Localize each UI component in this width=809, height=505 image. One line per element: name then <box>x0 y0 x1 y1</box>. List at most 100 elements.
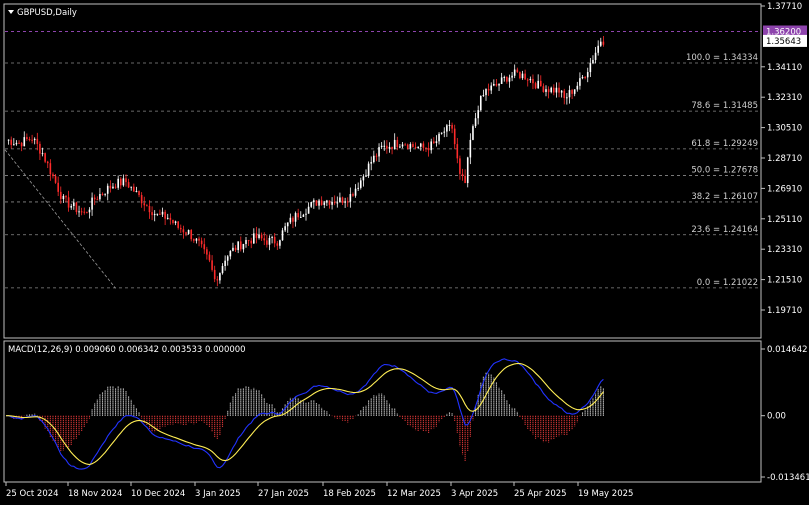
candle-body <box>226 256 229 261</box>
candle-body <box>498 84 500 86</box>
candle-body <box>433 141 435 144</box>
candle-body <box>573 89 576 94</box>
candle-body <box>503 76 506 78</box>
candle-body <box>553 87 555 93</box>
candle-body <box>474 118 477 127</box>
price-tick-label: 1.28710 <box>767 154 802 164</box>
candle-body <box>13 144 15 146</box>
candle-body <box>451 124 453 129</box>
candle-body <box>88 209 91 213</box>
candle-body <box>323 202 326 205</box>
candle-body <box>187 230 190 234</box>
fib-label: 23.6 = 1.24164 <box>691 225 758 235</box>
candle-body <box>273 236 276 244</box>
candle-body <box>555 87 558 93</box>
candle-body <box>391 146 393 149</box>
candle-body <box>313 200 315 203</box>
candle-body <box>185 232 187 234</box>
candle-body <box>70 206 73 208</box>
candle-body <box>247 240 250 242</box>
candle-body <box>339 197 341 203</box>
candle-body <box>336 202 339 204</box>
candle-body <box>271 236 273 238</box>
candle-body <box>430 141 433 151</box>
time-tick-label: 27 Jan 2025 <box>258 489 309 499</box>
candle-body <box>289 217 292 223</box>
candle-body <box>500 77 503 85</box>
candle-body <box>28 139 31 141</box>
candle-body <box>464 175 466 184</box>
candle-body <box>33 138 36 141</box>
candle-body <box>566 97 568 99</box>
candle-body <box>140 195 143 204</box>
time-tick-label: 25 Oct 2024 <box>6 489 59 499</box>
candle-body <box>20 142 23 147</box>
candle-body <box>534 83 537 89</box>
candle-body <box>41 153 44 155</box>
price-tick-label: 1.26910 <box>767 184 802 194</box>
candle-body <box>164 211 166 219</box>
candle-body <box>401 144 404 147</box>
candle-body <box>281 230 284 241</box>
candle-body <box>406 144 409 149</box>
candle-body <box>448 124 451 126</box>
macd-tick-label: 0.014642 <box>767 345 808 355</box>
candle-body <box>597 45 599 53</box>
candle-body <box>362 176 365 181</box>
candle-body <box>516 69 519 73</box>
candle-body <box>245 240 247 245</box>
candle-body <box>435 141 438 144</box>
candle-body <box>341 197 344 203</box>
candle-body <box>286 222 289 227</box>
candle-body <box>469 139 472 158</box>
time-tick-label: 12 Mar 2025 <box>387 489 441 499</box>
candle-body <box>472 126 474 140</box>
candle-body <box>594 52 597 60</box>
candle-body <box>166 217 169 219</box>
candle-body <box>112 186 114 189</box>
candle-body <box>412 144 414 147</box>
candle-body <box>302 214 305 217</box>
candle-body <box>221 266 224 274</box>
candle-body <box>44 153 46 162</box>
fib-label: 78.6 = 1.31485 <box>691 101 758 111</box>
candle-body <box>75 202 78 212</box>
time-tick-label: 18 Nov 2024 <box>68 489 122 499</box>
gbpusd-chart[interactable]: 100.0 = 1.34334 78.6 = 1.31485 61.8 = 1.29… <box>0 0 809 501</box>
candle-body <box>276 243 279 246</box>
candle-body <box>506 76 508 82</box>
candle-body <box>130 186 133 188</box>
candle-body <box>119 178 122 186</box>
candle-body <box>297 213 299 218</box>
candle-body <box>493 83 495 86</box>
candle-body <box>513 69 516 76</box>
candle-body <box>106 185 109 194</box>
candle-body <box>383 145 386 147</box>
candle-body <box>36 138 39 144</box>
candle-body <box>482 95 485 97</box>
candle-body <box>266 240 268 245</box>
candle-body <box>206 249 208 255</box>
candle-body <box>91 197 93 210</box>
candle-body <box>333 201 336 204</box>
candle-body <box>414 146 417 149</box>
time-tick-label: 25 Apr 2025 <box>514 489 567 499</box>
candle-body <box>367 163 370 176</box>
candle-body <box>138 191 140 196</box>
candle-body <box>373 155 375 163</box>
candle-body <box>305 213 307 215</box>
candle-body <box>148 205 151 213</box>
candle-body <box>396 139 399 148</box>
candle-body <box>234 247 237 251</box>
time-tick-label: 3 Jan 2025 <box>195 489 241 499</box>
candle-body <box>93 197 96 200</box>
time-tick-label: 18 Feb 2025 <box>323 489 376 499</box>
candle-body <box>109 185 112 189</box>
candle-body <box>146 205 148 207</box>
candle-body <box>349 194 352 202</box>
candle-body <box>586 72 589 78</box>
candle-body <box>461 173 464 176</box>
candle-body <box>459 158 461 174</box>
candle-body <box>537 80 539 89</box>
candle-body <box>229 250 232 257</box>
